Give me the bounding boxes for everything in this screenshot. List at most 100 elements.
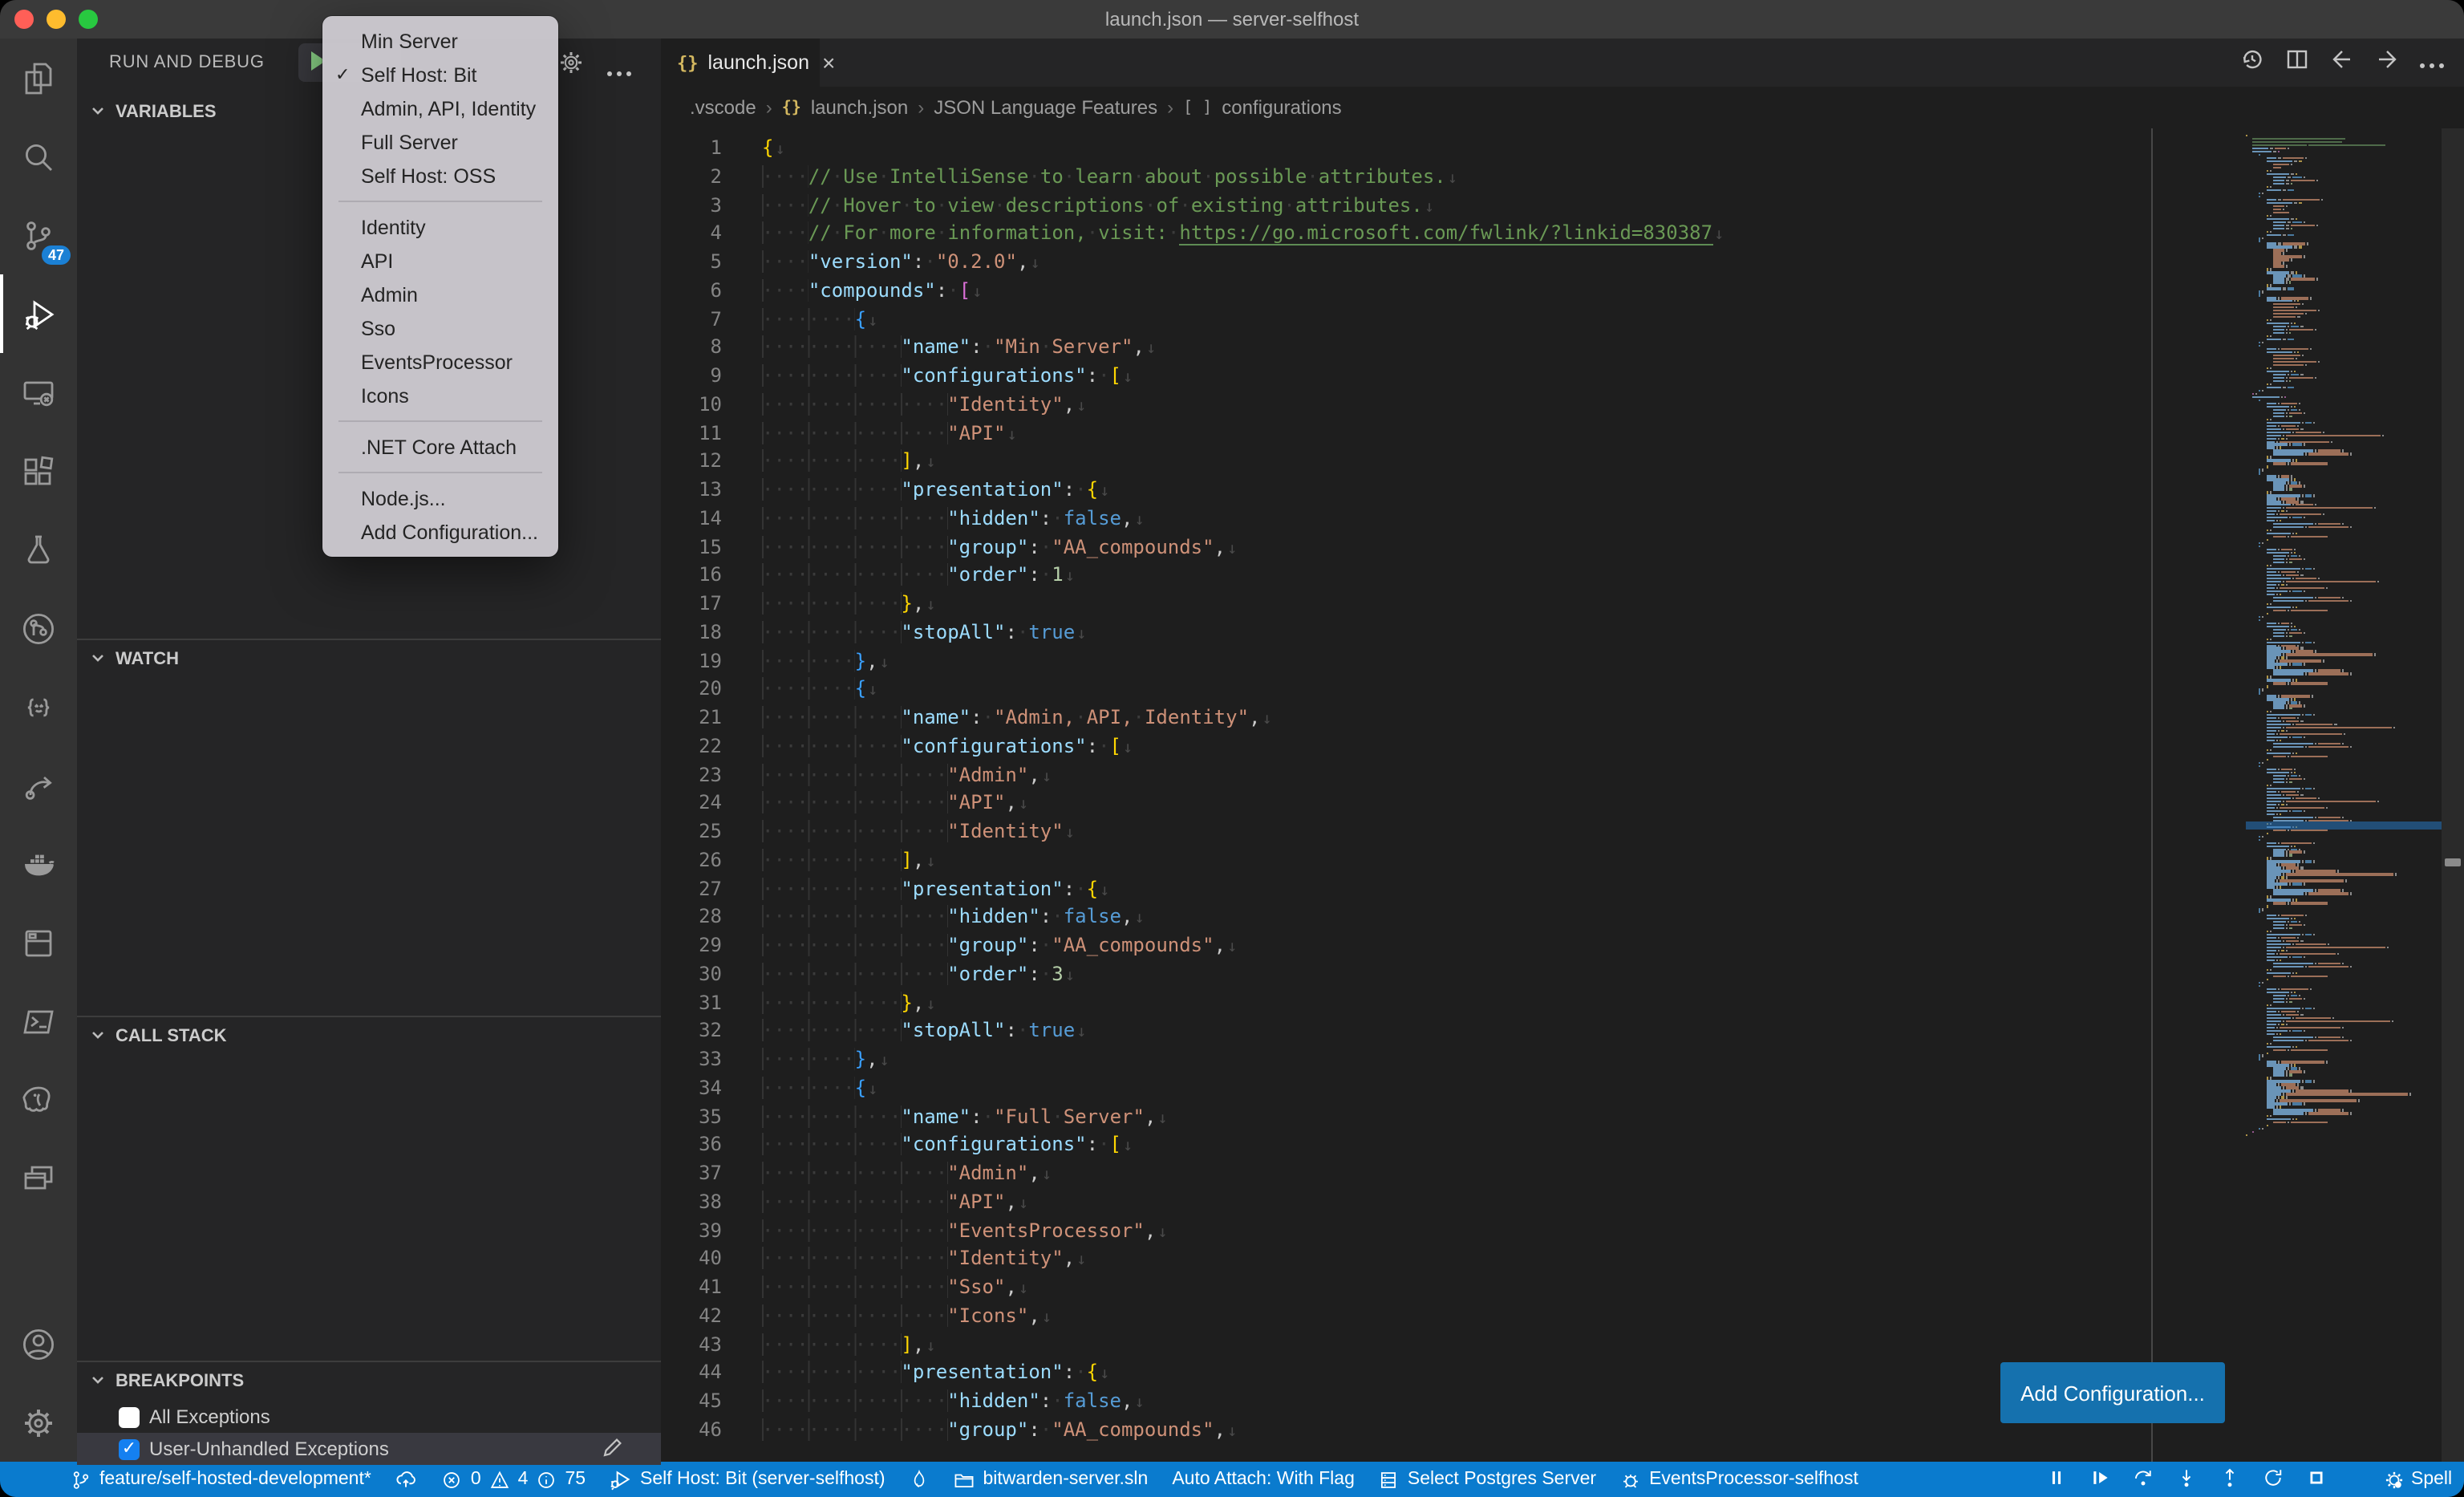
add-configuration-button[interactable]: Add Configuration... xyxy=(2000,1362,2225,1423)
git-graph-icon[interactable] xyxy=(0,589,77,667)
forward-icon[interactable] xyxy=(2374,46,2400,79)
code-line[interactable]: ················"hidden":·false,↓ xyxy=(762,505,2246,534)
code-line[interactable]: ················"Admin",↓ xyxy=(762,761,2246,790)
code-line[interactable]: ········{↓ xyxy=(762,306,2246,335)
braces-extension-icon[interactable] xyxy=(0,667,77,746)
step-into-icon[interactable] xyxy=(2175,1466,2198,1493)
timeline-history-icon[interactable] xyxy=(2239,46,2265,79)
postgres-status-item[interactable]: Select Postgres Server xyxy=(1379,1469,1596,1490)
breadcrumb-json-language-features[interactable]: JSON Language Features xyxy=(934,96,1157,119)
views-more-icon[interactable] xyxy=(606,59,632,82)
menu-item-icons[interactable]: Icons xyxy=(322,379,558,412)
postgres-icon[interactable] xyxy=(0,1061,77,1139)
menu-item-admin-api-identity[interactable]: Admin, API, Identity xyxy=(322,91,558,125)
code-line[interactable]: ············"configurations":·[↓ xyxy=(762,363,2246,391)
explorer-icon[interactable] xyxy=(0,39,77,117)
remote-explorer-icon[interactable] xyxy=(0,353,77,432)
code-line[interactable]: ········},↓ xyxy=(762,647,2246,676)
menu-item-admin[interactable]: Admin xyxy=(322,278,558,311)
debug-pause-icon[interactable] xyxy=(2045,1466,2068,1493)
menu-item-self-host-bit[interactable]: ✓Self Host: Bit xyxy=(322,58,558,91)
call-stack-section-header[interactable]: CALL STACK xyxy=(77,1017,661,1056)
step-out-icon[interactable] xyxy=(2219,1466,2241,1493)
code-line[interactable]: ············"stopAll":·true↓ xyxy=(762,1018,2246,1047)
menu-item-sso[interactable]: Sso xyxy=(322,311,558,345)
code-line[interactable]: ····"version":·"0.2.0",↓ xyxy=(762,249,2246,278)
debug-stop-icon[interactable] xyxy=(2305,1466,2328,1493)
code-line[interactable]: ····//·Use·IntelliSense·to·learn·about·p… xyxy=(762,164,2246,193)
code-line[interactable]: ············"name":·"Min·Server",↓ xyxy=(762,335,2246,363)
auto-attach-status-item[interactable]: Auto Attach: With Flag xyxy=(1172,1470,1355,1489)
code-line[interactable]: ········},↓ xyxy=(762,1046,2246,1075)
test-beaker-icon[interactable] xyxy=(0,510,77,589)
spell-checker-status-item[interactable]: Spell xyxy=(2384,1469,2464,1490)
code-line[interactable]: ················"Sso",↓ xyxy=(762,1274,2246,1303)
sync-status-item[interactable] xyxy=(395,1468,418,1491)
code-line[interactable]: ················"EventsProcessor",↓ xyxy=(762,1217,2246,1246)
code-line[interactable]: ············},↓ xyxy=(762,590,2246,619)
code-line[interactable]: ········{↓ xyxy=(762,676,2246,705)
code-line[interactable]: ················"Admin",↓ xyxy=(762,1160,2246,1189)
storage-icon[interactable] xyxy=(0,903,77,982)
code-line[interactable]: ············"presentation":·{↓ xyxy=(762,477,2246,505)
source-control-icon[interactable]: 47 xyxy=(0,196,77,274)
menu-item-node-js[interactable]: Node.js... xyxy=(322,481,558,515)
code-line[interactable]: ················"order":·1↓ xyxy=(762,562,2246,591)
code-line[interactable]: ················"Identity"↓ xyxy=(762,818,2246,847)
user-unhandled-exceptions-row[interactable]: ✓ User-Unhandled Exceptions xyxy=(77,1433,661,1465)
window-layers-icon[interactable] xyxy=(0,1139,77,1218)
tab-close-icon[interactable]: × xyxy=(822,50,835,75)
tab-launch-json[interactable]: {} launch.json × xyxy=(661,39,820,87)
live-share-icon[interactable] xyxy=(0,746,77,825)
code-line[interactable]: ············"name":·"Full·Server",↓ xyxy=(762,1103,2246,1132)
code-line[interactable]: ················"group":·"AA_compounds",… xyxy=(762,932,2246,961)
code-line[interactable]: ················"Identity",↓ xyxy=(762,391,2246,420)
breadcrumb-configurations[interactable]: configurations xyxy=(1222,96,1341,119)
user-unhandled-checkbox[interactable]: ✓ xyxy=(119,1438,140,1459)
docker-icon[interactable] xyxy=(0,825,77,903)
code-line[interactable]: ················"API"↓ xyxy=(762,420,2246,448)
code-line[interactable]: ············"stopAll":·true↓ xyxy=(762,619,2246,648)
menu-item-eventsprocessor[interactable]: EventsProcessor xyxy=(322,345,558,379)
code-line[interactable]: ················"API",↓ xyxy=(762,1189,2246,1218)
events-processor-status-item[interactable]: EventsProcessor-selfhost xyxy=(1620,1469,1858,1490)
back-icon[interactable] xyxy=(2329,46,2355,79)
split-editor-icon[interactable] xyxy=(2284,46,2310,79)
all-exceptions-checkbox[interactable] xyxy=(119,1406,140,1427)
code-line[interactable]: ····//·For·more·information,·visit:·http… xyxy=(762,221,2246,250)
code-line[interactable]: ····"compounds":·[↓ xyxy=(762,278,2246,306)
menu-item-add-configuration[interactable]: Add Configuration... xyxy=(322,515,558,549)
watch-section-header[interactable]: WATCH xyxy=(77,640,661,679)
menu-item-identity[interactable]: Identity xyxy=(322,210,558,244)
debug-restart-icon[interactable] xyxy=(2262,1466,2284,1493)
search-icon[interactable] xyxy=(0,117,77,196)
code-line[interactable]: ············],↓ xyxy=(762,847,2246,876)
debug-gear-icon[interactable] xyxy=(558,50,584,80)
code-line[interactable]: ············"name":·"Admin,·API,·Identit… xyxy=(762,704,2246,733)
code-line[interactable]: ············],↓ xyxy=(762,448,2246,477)
terminal-powershell-icon[interactable] xyxy=(0,982,77,1061)
code-line[interactable]: ····//·Hover·to·view·descriptions·of·exi… xyxy=(762,192,2246,221)
edit-pencil-icon[interactable] xyxy=(602,1438,622,1463)
flame-status-item[interactable] xyxy=(910,1468,929,1491)
debug-continue-icon[interactable] xyxy=(2089,1466,2111,1493)
account-icon[interactable] xyxy=(0,1304,77,1383)
code-line[interactable]: ················"Identity",↓ xyxy=(762,1246,2246,1275)
all-exceptions-row[interactable]: All Exceptions xyxy=(77,1401,661,1433)
code-line[interactable]: ················"hidden":·false,↓ xyxy=(762,904,2246,933)
branch-status-item[interactable]: feature/self-hosted-development* xyxy=(71,1469,371,1490)
overview-ruler[interactable] xyxy=(2442,128,2464,1462)
run-and-debug-icon[interactable] xyxy=(0,274,77,353)
problems-status-item[interactable]: 0 4 75 xyxy=(442,1469,586,1490)
extensions-icon[interactable] xyxy=(0,432,77,510)
code-line[interactable]: ················"group":·"AA_compounds",… xyxy=(762,533,2246,562)
menu-item-net-core-attach[interactable]: .NET Core Attach xyxy=(322,430,558,464)
code-line[interactable]: ················"order":·3↓ xyxy=(762,961,2246,990)
breakpoints-section-header[interactable]: BREAKPOINTS xyxy=(77,1362,661,1401)
code-area[interactable]: {↓····//·Use·IntelliSense·to·learn·about… xyxy=(762,135,2246,1445)
line-number-gutter[interactable]: 1234567891011121314151617181920212223242… xyxy=(661,135,741,1445)
step-over-icon[interactable] xyxy=(2132,1466,2154,1493)
code-line[interactable]: ············},↓ xyxy=(762,989,2246,1018)
settings-gear-icon[interactable] xyxy=(0,1383,77,1462)
code-line[interactable]: ················"API",↓ xyxy=(762,790,2246,819)
